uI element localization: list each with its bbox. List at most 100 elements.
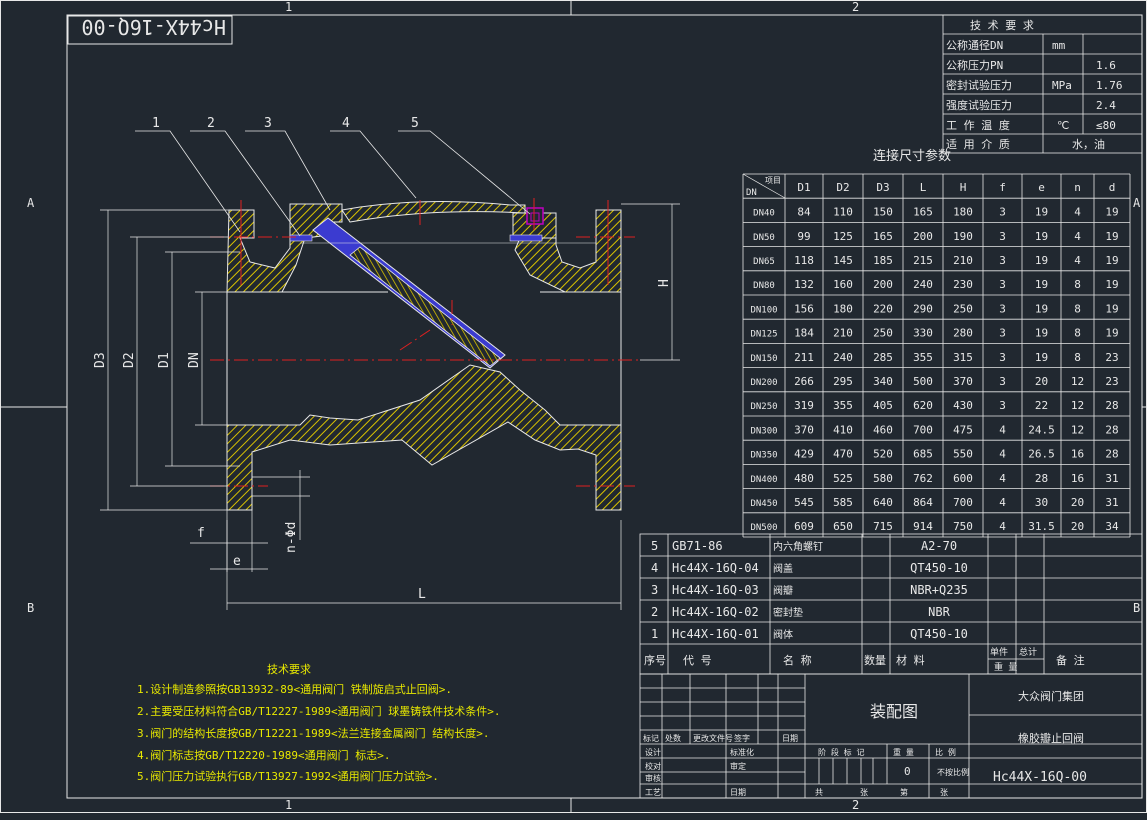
conn-cell: 16 <box>1071 472 1084 485</box>
conn-cell: 525 <box>833 472 853 485</box>
conn-row-label: DN80 <box>753 281 775 291</box>
conn-cell: 500 <box>913 375 933 388</box>
bom-material: NBR+Q235 <box>910 583 968 597</box>
bom-name: 阀体 <box>773 628 793 641</box>
tech-label-1: 公称压力PN <box>946 58 1003 72</box>
conn-cell: 19 <box>1105 327 1118 340</box>
conn-cell: 700 <box>953 496 973 509</box>
conn-cell: 319 <box>794 399 814 412</box>
conn-header-D1: D1 <box>797 181 810 194</box>
conn-cell: 19 <box>1105 254 1118 267</box>
conn-cell: 28 <box>1105 423 1118 436</box>
balloon-4: 4 <box>342 116 350 131</box>
tb-product: 橡胶瓣止回阀 <box>1018 731 1084 745</box>
conn-cell: 165 <box>913 206 933 219</box>
technical-notes: 技术要求 1.设计制造参照按GB13932-89<通用阀门 铁制旋启式止回阀>.… <box>137 663 500 783</box>
tb-change-file: 更改文件号 <box>693 733 733 743</box>
conn-cell: 180 <box>953 206 973 219</box>
conn-cell: 355 <box>913 351 933 364</box>
conn-cell: 295 <box>833 375 853 388</box>
conn-cell: 550 <box>953 448 973 461</box>
conn-cell: 4 <box>999 496 1006 509</box>
conn-cell: 230 <box>953 278 973 291</box>
bom-material: A2-70 <box>921 539 957 553</box>
conn-cell: 580 <box>873 472 893 485</box>
tb-design: 设计 <box>645 747 661 757</box>
conn-cell: 16 <box>1071 448 1084 461</box>
tech-value-1: 1.6 <box>1096 59 1116 72</box>
conn-cell: 28 <box>1105 448 1118 461</box>
conn-cell: 28 <box>1105 399 1118 412</box>
bom-no: 2 <box>651 605 658 619</box>
tech-label-2: 密封试验压力 <box>946 78 1012 92</box>
conn-cell: 19 <box>1035 351 1048 364</box>
conn-cell: 200 <box>873 278 893 291</box>
conn-cell: 3 <box>999 351 1006 364</box>
conn-cell: 480 <box>794 472 814 485</box>
conn-row-label: DN40 <box>753 209 775 219</box>
connection-table: 连接尺寸参数 项目 DN D1 D2 D3 L Hf e n dDN40 84 110 150 165… <box>742 148 1131 538</box>
bom-head-remark: 备 注 <box>1056 653 1085 667</box>
conn-cell: 460 <box>873 423 893 436</box>
conn-header-D2: D2 <box>836 181 849 194</box>
tech-value-2: 1.76 <box>1096 79 1123 92</box>
conn-cell: 240 <box>833 351 853 364</box>
tb-drawing-name: 装配图 <box>870 702 918 721</box>
dim-D1: D1 <box>157 352 172 368</box>
conn-row-label: DN400 <box>750 475 777 485</box>
tb-scale-val: 不按比例 <box>937 767 969 777</box>
conn-cell: 150 <box>873 206 893 219</box>
conn-row-label: DN350 <box>750 451 777 461</box>
conn-cell: 250 <box>873 327 893 340</box>
conn-cell: 23 <box>1105 375 1118 388</box>
bom-head-name: 名 称 <box>783 653 812 667</box>
conn-cell: 145 <box>833 254 853 267</box>
conn-row-label: DN200 <box>750 378 777 388</box>
conn-cell: 28 <box>1035 472 1048 485</box>
conn-row-label: DN150 <box>750 354 777 364</box>
tb-total-sheets: 共 <box>815 788 823 797</box>
conn-header-n: n <box>1074 181 1081 194</box>
conn-row-label: DN450 <box>750 499 777 509</box>
conn-cell: 20 <box>1071 520 1084 533</box>
conn-cell: 3 <box>999 302 1006 315</box>
tech-label-3: 强度试验压力 <box>946 98 1012 112</box>
tb-mark: 标记 <box>643 733 659 743</box>
bom-no: 5 <box>651 539 658 553</box>
conn-cell: 475 <box>953 423 973 436</box>
dim-f: f <box>197 526 205 541</box>
dim-D2: D2 <box>122 352 137 368</box>
conn-cell: 240 <box>913 278 933 291</box>
bom-table: 5 GB71-86 内六角螺钉 A2-70 4 Hc44X-16Q-04 阀盖 QT450-1… <box>639 533 1143 675</box>
conn-header-f: f <box>999 181 1006 194</box>
conn-cell: 355 <box>833 399 853 412</box>
conn-cell: 330 <box>913 327 933 340</box>
bom-code: Hc44X-16Q-03 <box>672 583 759 597</box>
conn-cell: 84 <box>797 206 811 219</box>
conn-cell: 20 <box>1035 375 1048 388</box>
conn-cell: 190 <box>953 230 973 243</box>
zone-rowA-right: A <box>1133 196 1141 210</box>
conn-cell: 650 <box>833 520 853 533</box>
conn-cell: 685 <box>913 448 933 461</box>
bom-code: GB71-86 <box>672 539 723 553</box>
conn-cell: 520 <box>873 448 893 461</box>
bom-code: Hc44X-16Q-04 <box>672 561 759 575</box>
notes-title: 技术要求 <box>267 663 311 676</box>
tech-title: 技 术 要 求 <box>970 19 1034 32</box>
conn-cell: 19 <box>1035 302 1048 315</box>
conn-cell: 211 <box>794 351 814 364</box>
bom-no: 4 <box>651 561 658 575</box>
conn-cell: 266 <box>794 375 814 388</box>
conn-cell: 315 <box>953 351 973 364</box>
zone-col2-top: 2 <box>852 0 859 14</box>
conn-cell: 8 <box>1074 351 1081 364</box>
conn-cell: 19 <box>1035 230 1048 243</box>
conn-cell: 19 <box>1035 254 1048 267</box>
bom-name: 阀瓣 <box>773 584 793 597</box>
conn-cell: 24.5 <box>1028 423 1055 436</box>
conn-cell: 4 <box>1074 230 1081 243</box>
conn-cell: 19 <box>1105 230 1118 243</box>
bom-name: 密封垫 <box>773 606 803 619</box>
conn-cell: 290 <box>913 302 933 315</box>
